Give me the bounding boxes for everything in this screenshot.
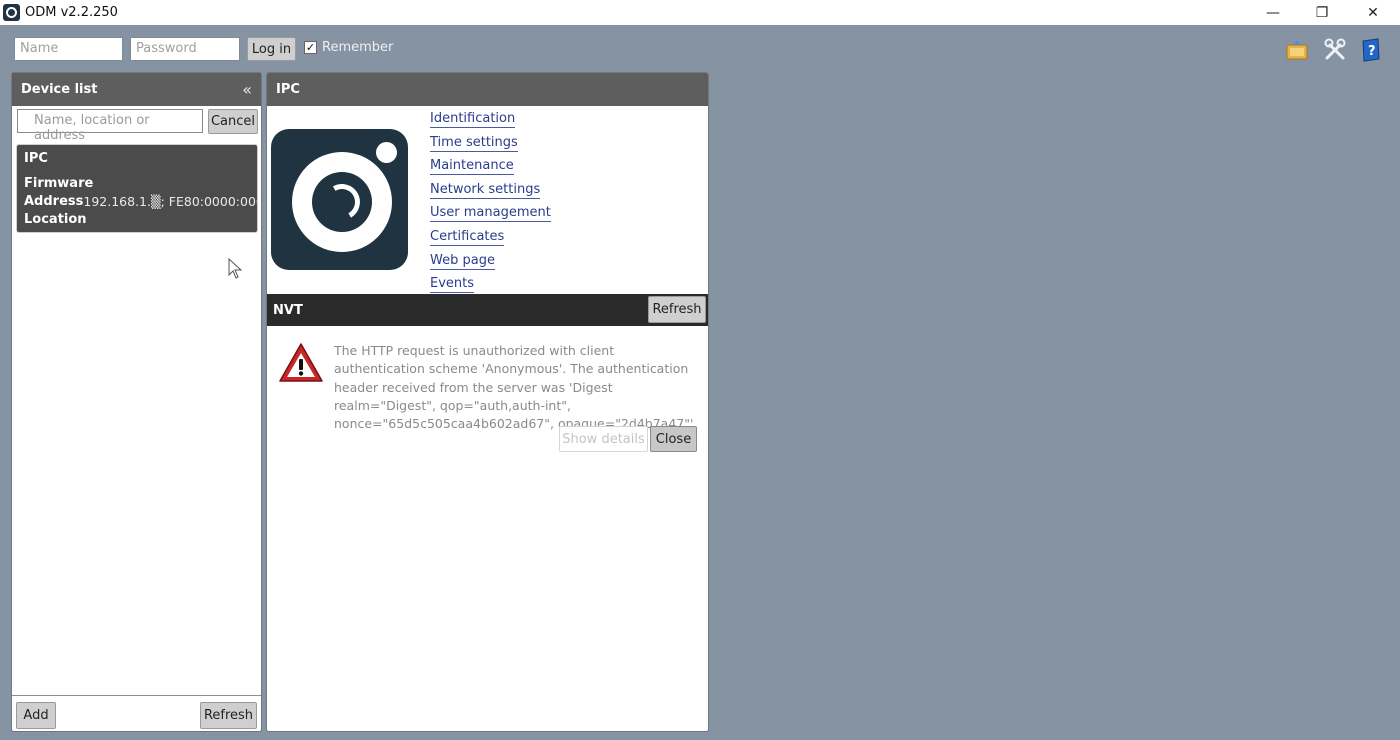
warning-icon — [277, 341, 325, 389]
cancel-search-button[interactable]: Cancel — [208, 109, 258, 134]
certificates-link[interactable]: Certificates — [430, 228, 505, 246]
firmware-label: Firmware — [24, 176, 94, 191]
network-settings-icon[interactable] — [1284, 37, 1310, 63]
refresh-devices-button[interactable]: Refresh — [200, 702, 257, 729]
login-button[interactable]: Log in — [247, 37, 296, 61]
password-input[interactable]: Password — [130, 37, 240, 61]
close-window-button[interactable]: ✕ — [1348, 0, 1398, 25]
device-settings-links: Identification Time settings Maintenance… — [430, 110, 551, 299]
device-list-panel: Device list « Name, location or address … — [11, 72, 262, 732]
nvt-header: NVT — [267, 294, 708, 326]
window-title: ODM v2.2.250 — [25, 5, 118, 20]
remember-checkbox[interactable]: ✓ — [304, 41, 317, 54]
nvt-title: NVT — [273, 303, 303, 318]
name-input[interactable]: Name — [14, 37, 123, 61]
device-list-item[interactable]: IPC Firmware Address 192.168.1.▒; FE80:0… — [16, 144, 258, 233]
maintenance-link[interactable]: Maintenance — [430, 157, 514, 176]
mouse-cursor-icon — [228, 257, 244, 284]
device-list-header: Device list « — [12, 73, 261, 106]
nvt-refresh-button[interactable]: Refresh — [648, 296, 706, 323]
remember-label: Remember — [322, 40, 394, 55]
web-page-link[interactable]: Web page — [430, 252, 495, 270]
network-settings-link[interactable]: Network settings — [430, 181, 541, 199]
device-list-title: Device list — [21, 82, 98, 97]
address-label: Address — [24, 194, 84, 209]
title-bar: ODM v2.2.250 — ❐ ✕ — [0, 0, 1400, 25]
app-logo-icon — [3, 4, 20, 21]
camera-device-icon — [271, 129, 408, 270]
device-search-input[interactable]: Name, location or address — [17, 109, 203, 143]
collapse-panel-icon[interactable]: « — [242, 80, 252, 99]
add-device-button[interactable]: Add — [16, 702, 56, 729]
remember-option[interactable]: ✓ Remember — [304, 40, 393, 55]
footer-divider — [12, 695, 261, 696]
minimize-button[interactable]: — — [1248, 0, 1298, 25]
device-detail-panel: IPC Identification Time settings Mainten… — [266, 72, 709, 732]
show-details-button[interactable]: Show details — [559, 426, 648, 452]
help-book-icon[interactable]: ? — [1358, 37, 1384, 63]
close-message-button[interactable]: Close — [650, 426, 697, 452]
tools-icon[interactable] — [1322, 37, 1348, 63]
identification-link[interactable]: Identification — [430, 110, 516, 128]
device-detail-header: IPC — [267, 73, 708, 106]
time-settings-link[interactable]: Time settings — [430, 134, 518, 152]
device-detail-title: IPC — [276, 82, 300, 97]
login-bar: Name Password Log in ✓ Remember ? — [0, 25, 1400, 72]
svg-text:?: ? — [1368, 44, 1376, 59]
location-label: Location — [24, 212, 87, 227]
events-link[interactable]: Events — [430, 275, 475, 294]
device-name: IPC — [24, 151, 48, 166]
address-value: 192.168.1.▒; FE80:0000:0000 — [83, 194, 258, 209]
restore-button[interactable]: ❐ — [1297, 0, 1347, 25]
user-management-link[interactable]: User management — [430, 204, 551, 223]
error-message: The HTTP request is unauthorized with cl… — [334, 343, 698, 432]
